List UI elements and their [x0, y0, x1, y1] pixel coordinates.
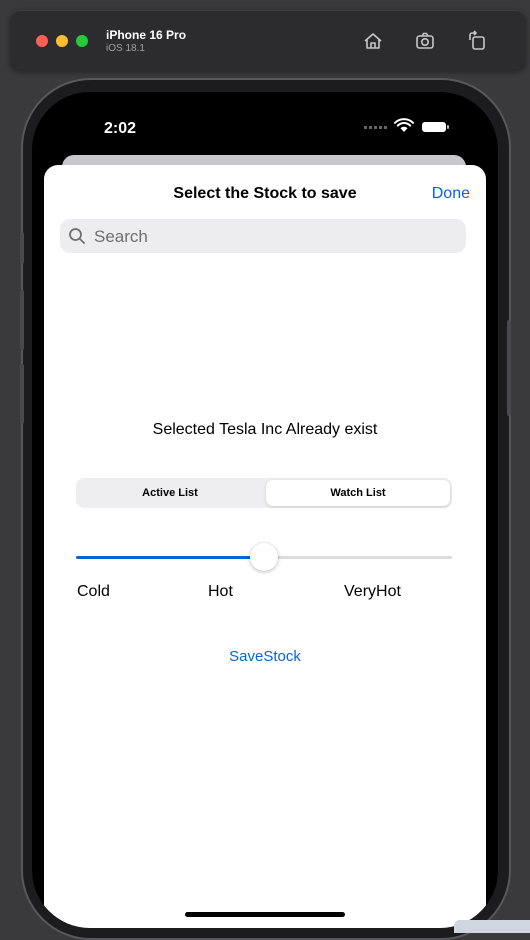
- simulator-toolbar: iPhone 16 Pro iOS 18.1: [10, 10, 526, 70]
- power-button: [507, 320, 511, 416]
- os-version: iOS 18.1: [106, 43, 145, 54]
- status-time: 2:02: [104, 120, 137, 137]
- done-button[interactable]: Done: [432, 185, 470, 203]
- status-message: Selected Tesla Inc Already exist: [152, 421, 378, 438]
- wifi-icon: [394, 118, 414, 132]
- phone-screen: 2:02 Select the Stock to save Done Selec…: [32, 92, 498, 928]
- search-bar[interactable]: [60, 219, 466, 255]
- slider-label-veryhot: VeryHot: [344, 583, 401, 600]
- stock-sheet: Select the Stock to save Done Selected T…: [44, 165, 486, 928]
- home-indicator: [185, 912, 345, 917]
- cellular-icon: [364, 126, 388, 129]
- close-window-button[interactable]: [36, 35, 48, 47]
- volume-up-button: [20, 290, 24, 350]
- screenshot-icon[interactable]: [414, 30, 436, 52]
- sheet-title: Select the Stock to save: [173, 185, 357, 202]
- zoom-window-button[interactable]: [76, 35, 88, 47]
- slider-label-cold: Cold: [77, 583, 110, 600]
- search-input[interactable]: [92, 219, 456, 255]
- battery-icon: [422, 122, 449, 132]
- list-segmented-control: Active List Watch List: [76, 478, 452, 508]
- segment-active-list[interactable]: Active List: [78, 480, 262, 506]
- slider-thumb[interactable]: [250, 543, 278, 571]
- volume-down-button: [20, 364, 24, 424]
- device-name: iPhone 16 Pro: [106, 28, 187, 42]
- slider-label-hot: Hot: [208, 583, 233, 600]
- temperature-slider[interactable]: [76, 543, 452, 571]
- slider-fill: [76, 556, 264, 559]
- save-stock-button[interactable]: SaveStock: [44, 648, 486, 665]
- minimize-window-button[interactable]: [56, 35, 68, 47]
- search-icon: [69, 228, 85, 244]
- rotate-icon[interactable]: [466, 30, 488, 52]
- action-button: [20, 232, 24, 264]
- home-icon[interactable]: [362, 30, 384, 52]
- dock-edge: [454, 920, 530, 933]
- segment-watch-list[interactable]: Watch List: [266, 480, 450, 506]
